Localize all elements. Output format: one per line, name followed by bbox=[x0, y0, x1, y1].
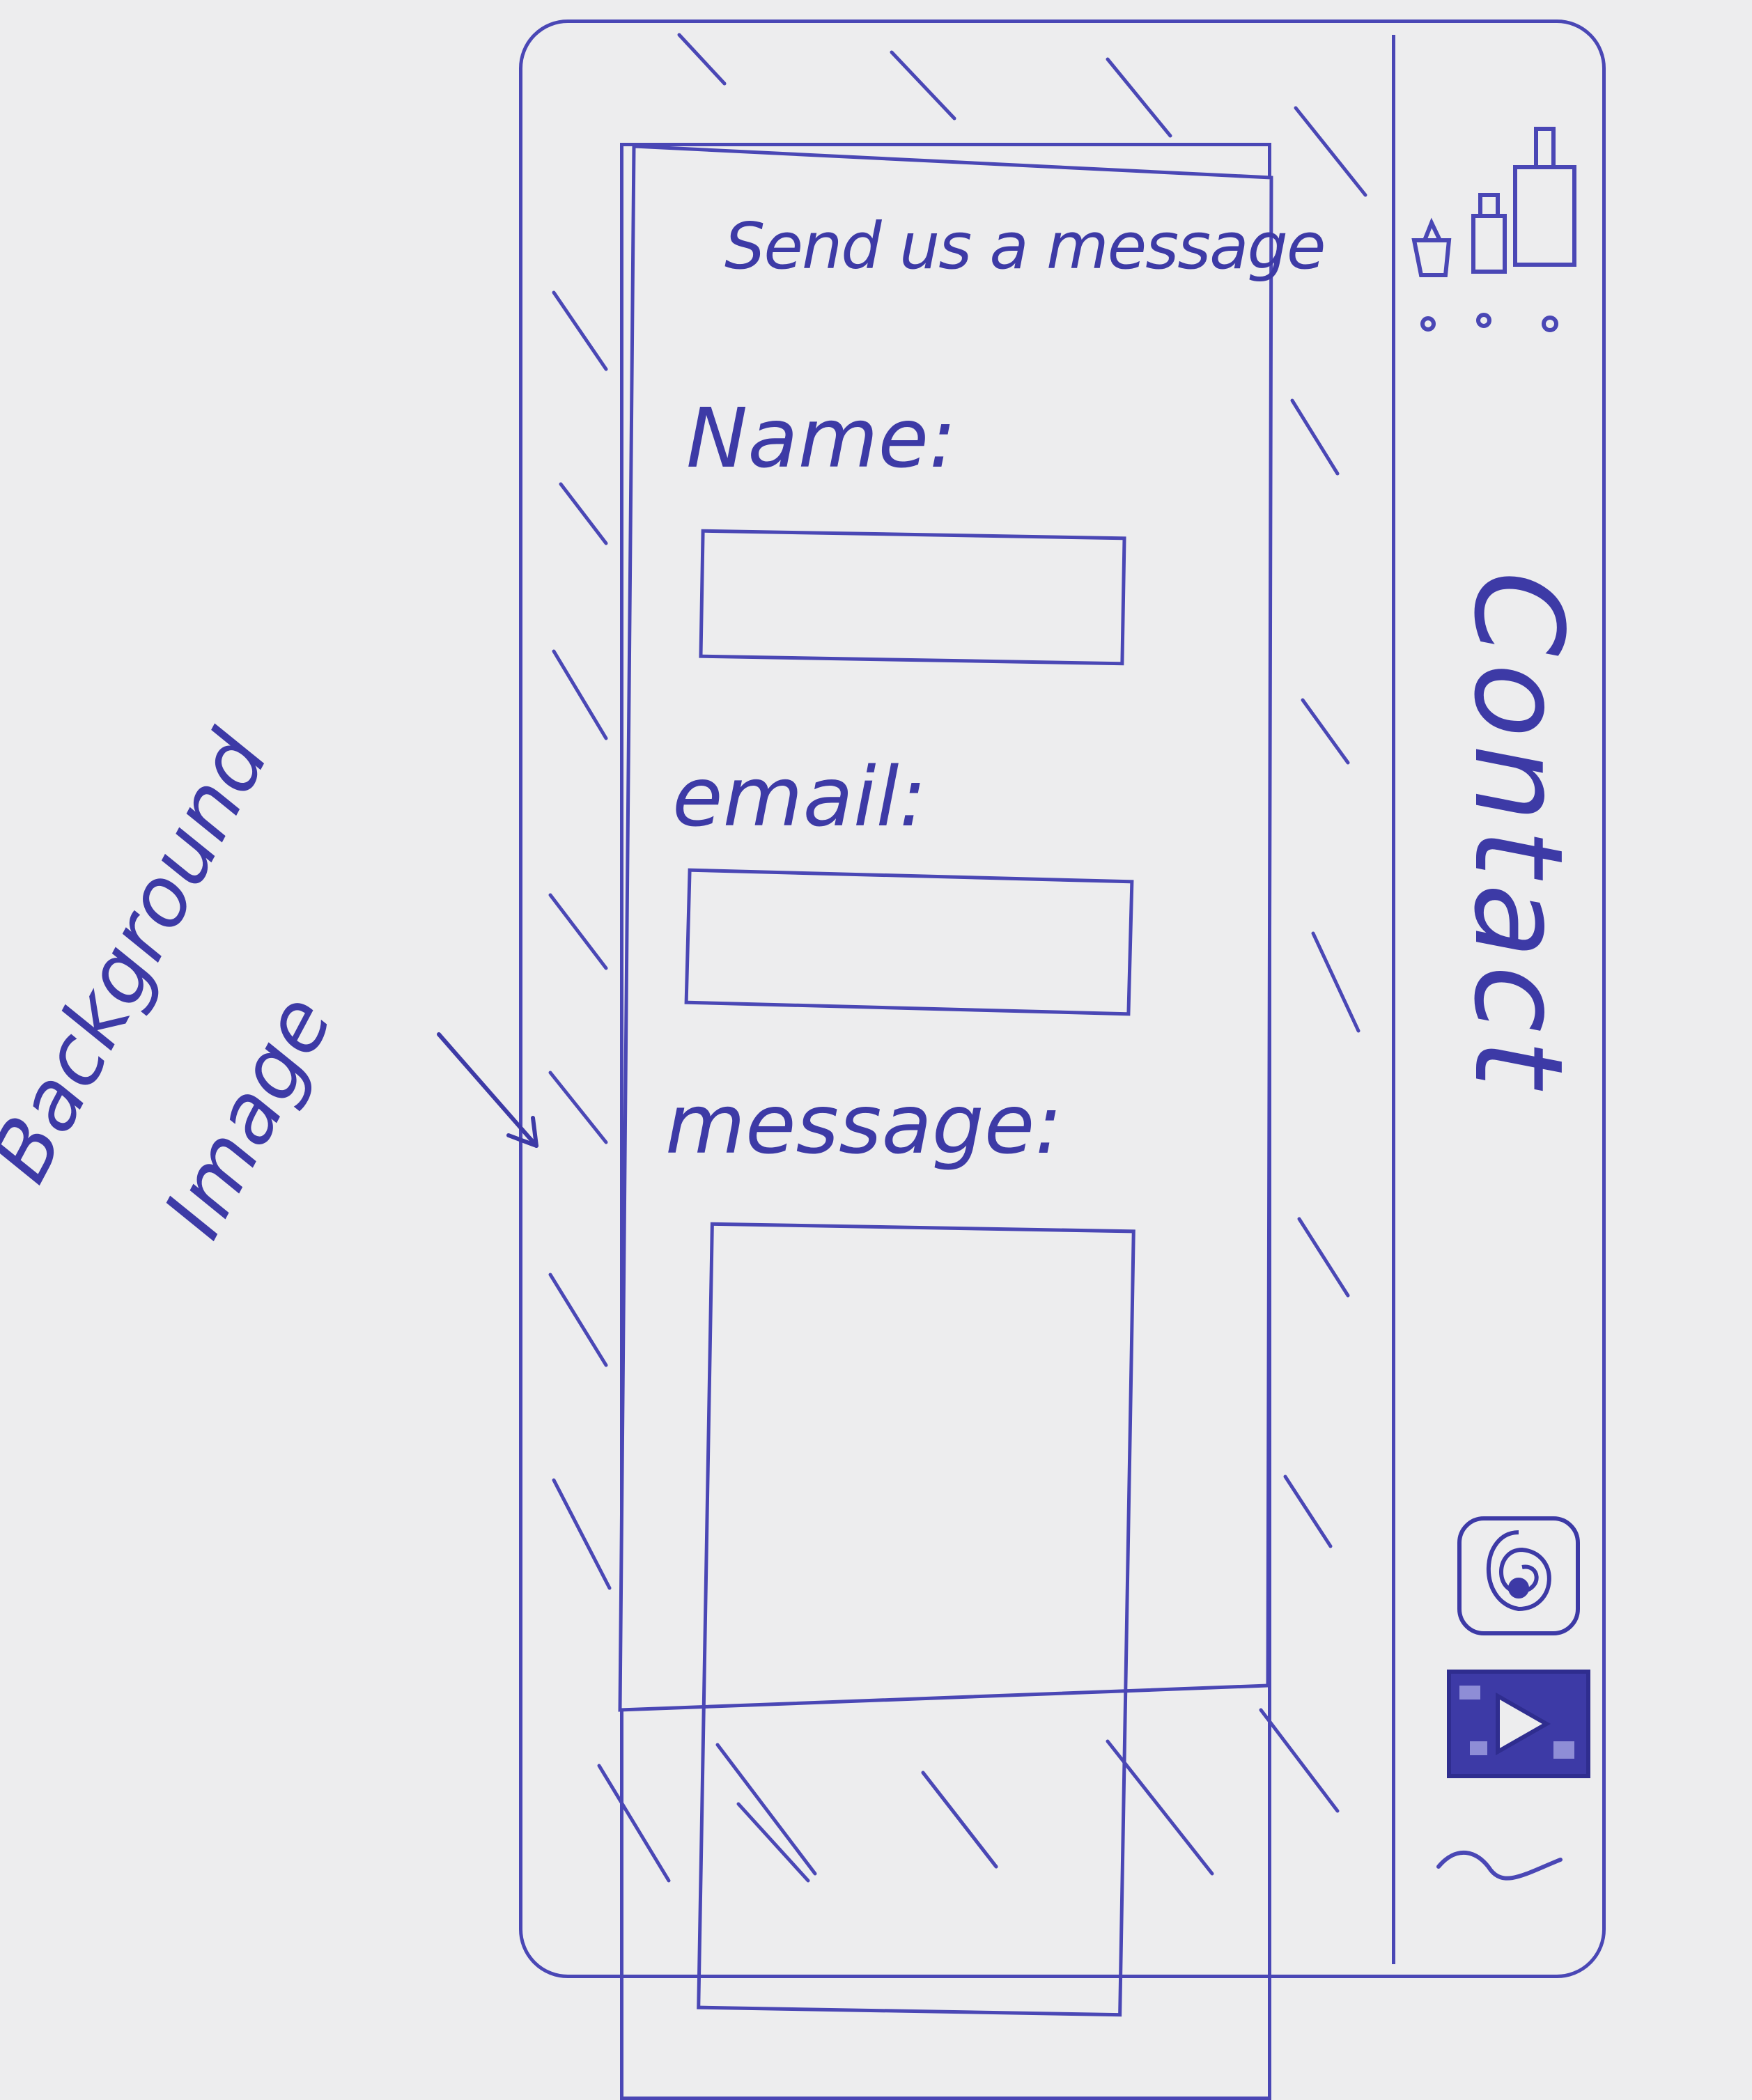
email-label: email: bbox=[672, 749, 927, 845]
youtube-icon[interactable] bbox=[1442, 1665, 1595, 1783]
sidebar-heading: Contact bbox=[1447, 571, 1588, 1094]
wave-icon[interactable] bbox=[1435, 1832, 1567, 1888]
email-input[interactable] bbox=[684, 868, 1134, 1016]
name-label: Name: bbox=[686, 390, 956, 486]
message-label: message: bbox=[665, 1076, 1063, 1172]
message-textarea[interactable] bbox=[697, 1222, 1135, 2017]
annotation-arrow-icon bbox=[437, 1032, 538, 1148]
people-group-icon[interactable] bbox=[1411, 118, 1585, 341]
sidebar-divider bbox=[1392, 35, 1395, 1964]
instagram-icon[interactable] bbox=[1452, 1511, 1592, 1644]
name-input[interactable] bbox=[699, 529, 1126, 666]
form-title: Send us a message bbox=[724, 209, 1326, 283]
